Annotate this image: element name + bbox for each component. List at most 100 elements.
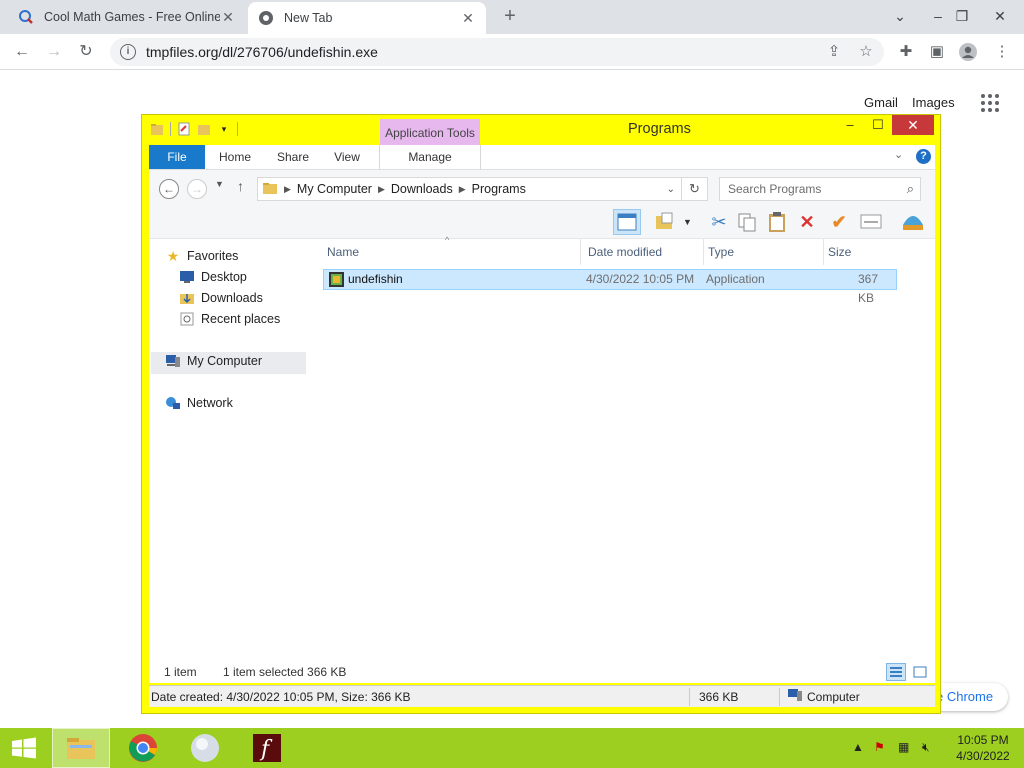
divider (779, 688, 780, 706)
column-header-size[interactable]: Size (824, 239, 900, 265)
tab-new-tab[interactable]: New Tab ✕ (248, 2, 486, 34)
share-icon[interactable]: ⇪ (824, 42, 844, 62)
tab-cool-math-games[interactable]: Cool Math Games - Free Online M ✕ (8, 0, 246, 34)
breadcrumb-downloads[interactable]: Downloads (391, 182, 453, 196)
breadcrumb-separator-icon: ▶ (284, 183, 291, 194)
tab-view[interactable]: View (327, 145, 367, 169)
refresh-icon[interactable]: ↻ (682, 177, 708, 201)
help-icon[interactable]: ? (916, 149, 931, 164)
volume-muted-icon[interactable]: 🔇︎ (922, 740, 930, 755)
move-dropdown-icon[interactable]: ▼ (683, 217, 692, 227)
show-hidden-icons-icon[interactable]: ▲ (852, 740, 864, 754)
tab-search-chevron-icon[interactable]: ⌄ (884, 2, 916, 30)
maximize-icon[interactable]: ☐ (866, 115, 890, 135)
up-arrow-icon[interactable]: ↑ (237, 178, 244, 194)
back-icon[interactable]: ← (10, 41, 34, 63)
breadcrumb-programs[interactable]: Programs (472, 182, 526, 196)
shell-globe-icon[interactable] (899, 209, 927, 235)
chrome-favicon-icon (258, 10, 274, 26)
cut-scissors-icon[interactable]: ✂ (705, 209, 733, 235)
network-tray-icon[interactable]: ▦ (898, 740, 909, 754)
gmail-link[interactable]: Gmail (864, 95, 898, 110)
nav-item-favorites[interactable]: ★ Favorites (165, 246, 239, 266)
extensions-puzzle-icon[interactable]: ✚ (896, 42, 916, 62)
rename-check-icon[interactable]: ✔ (825, 209, 853, 235)
item-count: 1 item (164, 665, 197, 679)
close-tab-icon[interactable]: ✕ (220, 9, 236, 26)
downloads-folder-icon (179, 290, 195, 306)
minimize-icon[interactable]: – (838, 115, 862, 135)
reload-icon[interactable]: ↻ (74, 41, 98, 63)
title-bar: ▾ Application Tools Programs – ☐ ✕ (142, 115, 940, 147)
restore-icon[interactable]: ❐ (946, 2, 978, 30)
tab-title: New Tab (284, 11, 333, 25)
site-info-icon[interactable]: i (120, 44, 136, 60)
forward-icon[interactable]: → (42, 41, 66, 63)
chrome-taskbar-icon[interactable] (114, 728, 172, 768)
preview-pane-icon[interactable] (613, 209, 641, 235)
profile-avatar-icon[interactable] (958, 42, 978, 62)
file-size: 367 KB (858, 272, 879, 305)
file-type: Application (706, 272, 765, 286)
tab-share[interactable]: Share (271, 145, 315, 169)
back-arrow-icon[interactable]: ← (159, 179, 179, 199)
google-apps-icon[interactable] (981, 94, 999, 112)
close-tab-icon[interactable]: ✕ (460, 10, 476, 27)
expand-ribbon-chevron-icon[interactable]: ⌄ (894, 148, 903, 161)
column-header-type[interactable]: Type (704, 239, 824, 265)
nav-item-desktop[interactable]: Desktop (179, 267, 247, 287)
status-bar: 1 item 1 item selected 366 KB (149, 661, 935, 683)
search-programs-field[interactable]: Search Programs ⌕ (719, 177, 921, 201)
properties-window-icon[interactable] (857, 209, 885, 235)
url-text: tmpfiles.org/dl/276706/undefishin.exe (146, 44, 378, 60)
close-icon[interactable]: ✕ (892, 115, 934, 135)
nav-item-downloads[interactable]: Downloads (179, 288, 263, 308)
nav-item-network[interactable]: Network (165, 393, 233, 413)
computer-icon (165, 353, 181, 369)
cool-math-favicon-icon (18, 9, 34, 25)
divider (689, 688, 690, 706)
paste-clipboard-icon[interactable] (763, 209, 791, 235)
properties-icon[interactable] (177, 122, 191, 136)
nav-item-recent-places[interactable]: Recent places (179, 309, 280, 329)
tab-manage[interactable]: Manage (379, 145, 481, 169)
large-icons-view-icon[interactable] (910, 663, 930, 681)
menu-kebab-icon[interactable]: ⋮ (992, 42, 1012, 62)
qat-dropdown-icon[interactable]: ▾ (217, 122, 231, 136)
system-clock[interactable]: 10:05 PM 4/30/2022 (948, 732, 1018, 764)
quick-access-toolbar: ▾ (150, 122, 238, 136)
details-size: 366 KB (699, 690, 739, 704)
action-center-flag-icon[interactable]: ⚑ (874, 740, 885, 754)
close-window-icon[interactable]: ✕ (984, 2, 1016, 30)
file-explorer-taskbar-icon[interactable] (52, 728, 110, 768)
address-bar[interactable]: i tmpfiles.org/dl/276706/undefishin.exe (110, 38, 884, 66)
copy-icon[interactable] (733, 209, 761, 235)
file-name: undefishin (348, 272, 403, 286)
flash-player-taskbar-icon[interactable]: f (238, 728, 296, 768)
file-row[interactable]: undefishin 4/30/2022 10:05 PM Applicatio… (323, 269, 897, 305)
navigation-pane: ★ Favorites Desktop Downloads Recent pla… (149, 239, 307, 661)
recent-locations-icon[interactable]: ▼ (215, 179, 224, 189)
nav-label: Downloads (201, 291, 263, 305)
bookmark-star-icon[interactable]: ☆ (856, 42, 876, 62)
tab-file[interactable]: File (149, 145, 205, 169)
nav-item-my-computer[interactable]: My Computer (165, 351, 262, 371)
column-header-date-modified[interactable]: Date modified (584, 239, 704, 265)
details-view-icon[interactable] (886, 663, 906, 681)
tab-home[interactable]: Home (213, 145, 257, 169)
side-panel-icon[interactable]: ▣ (927, 42, 947, 62)
delete-x-icon[interactable]: ✕ (793, 209, 821, 235)
move-to-folder-icon[interactable] (651, 209, 679, 235)
start-windows-icon[interactable] (0, 728, 48, 768)
new-tab-plus-icon[interactable]: + (500, 6, 520, 28)
address-dropdown-icon[interactable]: ⌄ (667, 184, 675, 195)
new-folder-icon[interactable] (197, 122, 211, 136)
column-header-name[interactable]: Name (323, 239, 581, 265)
orb-app-taskbar-icon[interactable] (176, 728, 234, 768)
breadcrumb-my-computer[interactable]: My Computer (297, 182, 372, 196)
images-link[interactable]: Images (912, 95, 955, 110)
nav-label: Desktop (201, 270, 247, 284)
recent-places-icon (179, 311, 195, 327)
forward-arrow-icon[interactable]: → (187, 179, 207, 199)
explorer-address-bar[interactable]: ▶ My Computer ▶ Downloads ▶ Programs ⌄ (257, 177, 682, 201)
